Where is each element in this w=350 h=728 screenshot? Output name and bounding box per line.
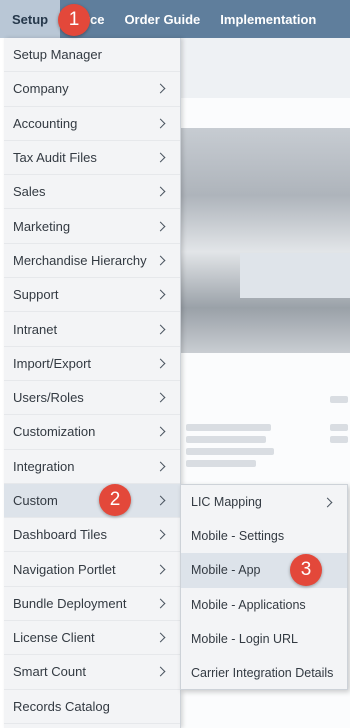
- menu-item-label: Merchandise Hierarchy: [13, 252, 147, 268]
- menu-item-label: License Client: [13, 630, 95, 646]
- chevron-right-icon: [155, 461, 166, 472]
- menu-item-navigation-portlet[interactable]: Navigation Portlet: [4, 552, 180, 587]
- submenu-item-label: Carrier Integration Details: [191, 666, 334, 681]
- menu-item-label: Company: [13, 81, 69, 97]
- chevron-right-icon: [155, 255, 166, 266]
- menu-item-label: Support: [13, 287, 59, 303]
- menu-item-smart-count[interactable]: Smart Count: [4, 655, 180, 690]
- menu-item-label: Accounting: [13, 115, 78, 131]
- submenu-item-mobile-settings[interactable]: Mobile - Settings: [181, 519, 347, 553]
- menu-item-dashboard-tiles[interactable]: Dashboard Tiles: [4, 518, 180, 553]
- page-text-line: [186, 460, 256, 467]
- menu-item-bundle-deployment[interactable]: Bundle Deployment: [4, 587, 180, 622]
- page-text-line: [330, 396, 348, 403]
- menu-item-label: Tax Audit Files: [13, 150, 97, 166]
- submenu-item-label: Mobile - Settings: [191, 529, 285, 544]
- menu-item-setup-manager[interactable]: Setup Manager: [4, 38, 180, 73]
- chevron-right-icon: [155, 358, 166, 369]
- chevron-right-icon: [155, 426, 166, 437]
- page-text-line: [186, 448, 274, 455]
- page-text-line: [186, 436, 266, 443]
- chevron-right-icon: [322, 497, 333, 508]
- menu-item-intranet[interactable]: Intranet: [4, 312, 180, 347]
- page-header-strip: [180, 38, 350, 98]
- menu-item-import-export[interactable]: Import/Export: [4, 347, 180, 381]
- step-badge-3: 3: [290, 554, 322, 586]
- submenu-item-mobile-app[interactable]: Mobile - App: [181, 553, 347, 588]
- top-navigation-bar: Setup merce Order Guide Implementation: [0, 0, 350, 38]
- menu-item-license-client[interactable]: License Client: [4, 621, 180, 656]
- menu-item-label: Customization: [13, 424, 96, 440]
- menu-item-label: Sales: [13, 184, 46, 200]
- page-text-line: [186, 424, 271, 431]
- menu-item-support[interactable]: Support: [4, 278, 180, 313]
- chevron-right-icon: [155, 392, 166, 403]
- menu-item-label: Bundle Deployment: [13, 595, 127, 611]
- menu-item-custom[interactable]: Custom: [4, 483, 180, 519]
- chevron-right-icon: [155, 186, 166, 197]
- submenu-item-lic-mapping[interactable]: LIC Mapping: [181, 485, 347, 519]
- menu-item-records-catalog[interactable]: Records Catalog: [4, 690, 180, 724]
- submenu-item-label: LIC Mapping: [191, 495, 262, 510]
- menu-item-users-roles[interactable]: Users/Roles: [4, 381, 180, 416]
- submenu-item-mobile-applications[interactable]: Mobile - Applications: [181, 588, 347, 622]
- nav-implementation[interactable]: Implementation: [210, 0, 326, 38]
- submenu-item-mobile-login-url[interactable]: Mobile - Login URL: [181, 622, 347, 656]
- page-text-line: [330, 424, 348, 431]
- setup-dropdown-menu: Setup Manager Company Accounting Tax Audit …: [4, 38, 181, 728]
- menu-item-label: Custom: [13, 493, 58, 508]
- menu-item-tax-audit-files[interactable]: Tax Audit Files: [4, 141, 180, 176]
- submenu-item-label: Mobile - Login URL: [191, 631, 298, 646]
- submenu-item-label: Mobile - App: [191, 563, 261, 578]
- menu-item-label: Dashboard Tiles: [13, 527, 107, 543]
- menu-item-integration[interactable]: Integration: [4, 450, 180, 484]
- chevron-right-icon: [155, 324, 166, 334]
- menu-item-label: Marketing: [13, 218, 71, 234]
- menu-item-label: Setup Manager: [13, 47, 102, 63]
- chevron-right-icon: [155, 221, 166, 232]
- menu-item-customization[interactable]: Customization: [4, 415, 180, 450]
- submenu-item-label: Mobile - Applications: [191, 597, 306, 612]
- nav-setup[interactable]: Setup: [0, 0, 61, 38]
- chevron-right-icon: [155, 289, 166, 300]
- menu-item-sales[interactable]: Sales: [4, 175, 180, 210]
- page-hero-image: [180, 128, 350, 353]
- menu-item-merchandise-hierarchy[interactable]: Merchandise Hierarchy: [4, 244, 180, 279]
- chevron-right-icon: [155, 495, 166, 506]
- submenu-item-carrier-integration-details[interactable]: Carrier Integration Details: [181, 656, 347, 690]
- custom-submenu: LIC Mapping Mobile - Settings Mobile - App…: [180, 484, 348, 690]
- menu-item-label: Smart Count: [13, 664, 86, 680]
- menu-item-accounting[interactable]: Accounting: [4, 107, 180, 141]
- chevron-right-icon: [155, 118, 166, 129]
- chevron-right-icon: [155, 632, 166, 643]
- menu-item-label: Users/Roles: [13, 390, 84, 406]
- menu-item-label: Integration: [13, 458, 75, 474]
- menu-item-marketing[interactable]: Marketing: [4, 209, 180, 244]
- menu-item-company[interactable]: Company: [4, 72, 180, 107]
- chevron-right-icon: [155, 667, 166, 677]
- chevron-right-icon: [155, 564, 166, 575]
- step-badge-1: 1: [58, 4, 90, 36]
- menu-item-label: Records Catalog: [13, 698, 110, 714]
- step-badge-2: 2: [99, 484, 131, 516]
- chevron-right-icon: [155, 83, 166, 94]
- menu-item-label: Navigation Portlet: [13, 561, 116, 577]
- nav-order-guide[interactable]: Order Guide: [114, 0, 210, 38]
- menu-item-label: Import/Export: [13, 355, 92, 371]
- chevron-right-icon: [155, 598, 166, 609]
- page-text-line: [330, 436, 348, 443]
- chevron-right-icon: [155, 529, 166, 540]
- menu-item-label: Intranet: [13, 321, 58, 337]
- chevron-right-icon: [155, 152, 166, 163]
